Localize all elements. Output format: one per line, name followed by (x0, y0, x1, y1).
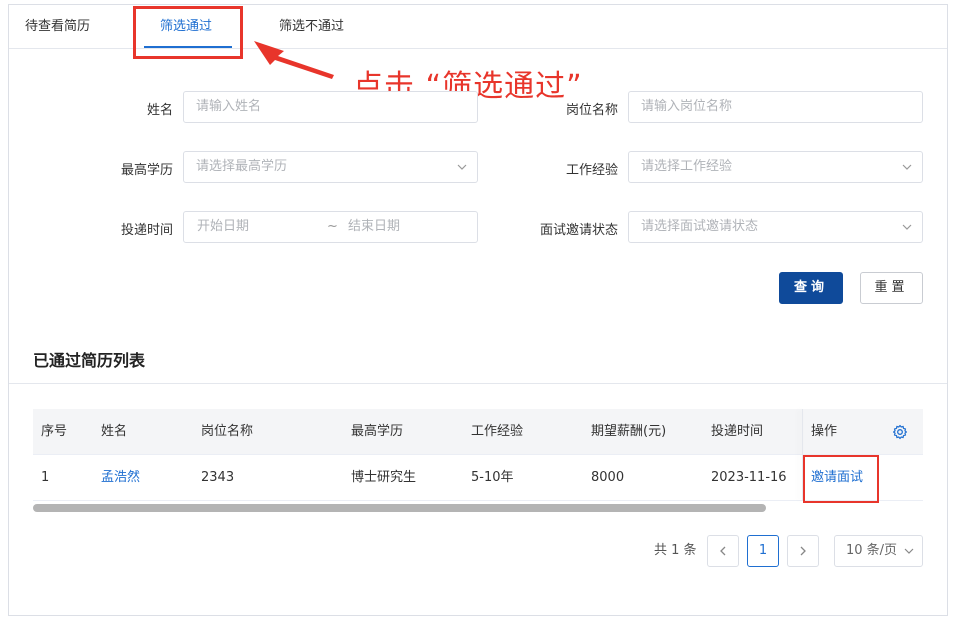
header-action: 操作 (811, 424, 838, 439)
education-select-placeholder: 请选择最高学历 (196, 159, 288, 174)
date-label: 投递时间 (120, 223, 173, 238)
chevron-down-icon (902, 224, 912, 230)
date-start-input[interactable]: 开始日期 (197, 212, 249, 242)
date-separator: ~ (327, 219, 338, 234)
table-header: 序号 姓名 岗位名称 最高学历 工作经验 期望薪酬(元) 投递时间 操作 (33, 409, 923, 455)
action-highlight-box (803, 455, 879, 503)
main-panel: 待查看简历 筛选通过 筛选不通过 点击 “筛选通过” 姓名 请输入姓名 岗位名称… (8, 4, 948, 616)
next-page-button[interactable] (787, 535, 819, 567)
invite-status-placeholder: 请选择面试邀请状态 (641, 219, 759, 234)
cell-experience: 5-10年 (471, 470, 514, 485)
header-experience: 工作经验 (471, 424, 524, 439)
horizontal-scrollbar[interactable] (33, 501, 923, 513)
experience-select[interactable]: 请选择工作经验 (628, 151, 923, 183)
table-row: 1 孟浩然 2343 博士研究生 5-10年 8000 2023-11-16 邀… (33, 455, 923, 501)
position-label: 岗位名称 (565, 103, 618, 118)
invite-status-label: 面试邀请状态 (539, 223, 618, 238)
header-index: 序号 (41, 424, 68, 439)
date-range-picker[interactable]: 开始日期 ~ 结束日期 (183, 211, 478, 243)
cell-education: 博士研究生 (351, 470, 417, 485)
chevron-down-icon (904, 548, 914, 554)
section-divider (9, 383, 947, 384)
header-date: 投递时间 (711, 424, 764, 439)
chevron-down-icon (457, 164, 467, 170)
scrollbar-thumb[interactable] (33, 504, 766, 512)
tab-pending-resumes[interactable]: 待查看简历 (25, 5, 90, 49)
chevron-right-icon (800, 546, 806, 556)
date-end-input[interactable]: 结束日期 (348, 212, 400, 242)
page-size-label: 10 条/页 (846, 543, 898, 558)
query-button[interactable]: 查询 (779, 272, 843, 304)
candidate-name-link[interactable]: 孟浩然 (101, 455, 140, 501)
education-select[interactable]: 请选择最高学历 (183, 151, 478, 183)
header-name: 姓名 (101, 424, 128, 439)
position-input[interactable]: 请输入岗位名称 (628, 91, 923, 123)
header-education: 最高学历 (351, 424, 404, 439)
page-number-button[interactable]: 1 (747, 535, 779, 567)
experience-label: 工作经验 (565, 163, 618, 178)
name-label: 姓名 (146, 103, 173, 118)
section-title: 已通过简历列表 (33, 351, 146, 370)
annotation-arrow-icon (254, 41, 334, 79)
page-size-select[interactable]: 10 条/页 (834, 535, 923, 567)
cell-index: 1 (41, 470, 50, 485)
tab-highlight-box (133, 6, 243, 59)
header-salary: 期望薪酬(元) (591, 424, 667, 439)
pagination-total: 共 1 条 (654, 543, 697, 558)
cell-salary: 8000 (591, 470, 625, 485)
education-label: 最高学历 (120, 163, 173, 178)
invite-status-select[interactable]: 请选择面试邀请状态 (628, 211, 923, 243)
header-position: 岗位名称 (201, 424, 254, 439)
settings-gear-icon[interactable] (892, 424, 908, 440)
prev-page-button[interactable] (707, 535, 739, 567)
chevron-left-icon (720, 546, 726, 556)
chevron-down-icon (902, 164, 912, 170)
name-input[interactable]: 请输入姓名 (183, 91, 478, 123)
reset-button[interactable]: 重置 (860, 272, 923, 304)
experience-select-placeholder: 请选择工作经验 (641, 159, 733, 174)
cell-date: 2023-11-16 (711, 470, 787, 485)
cell-position: 2343 (201, 470, 235, 485)
